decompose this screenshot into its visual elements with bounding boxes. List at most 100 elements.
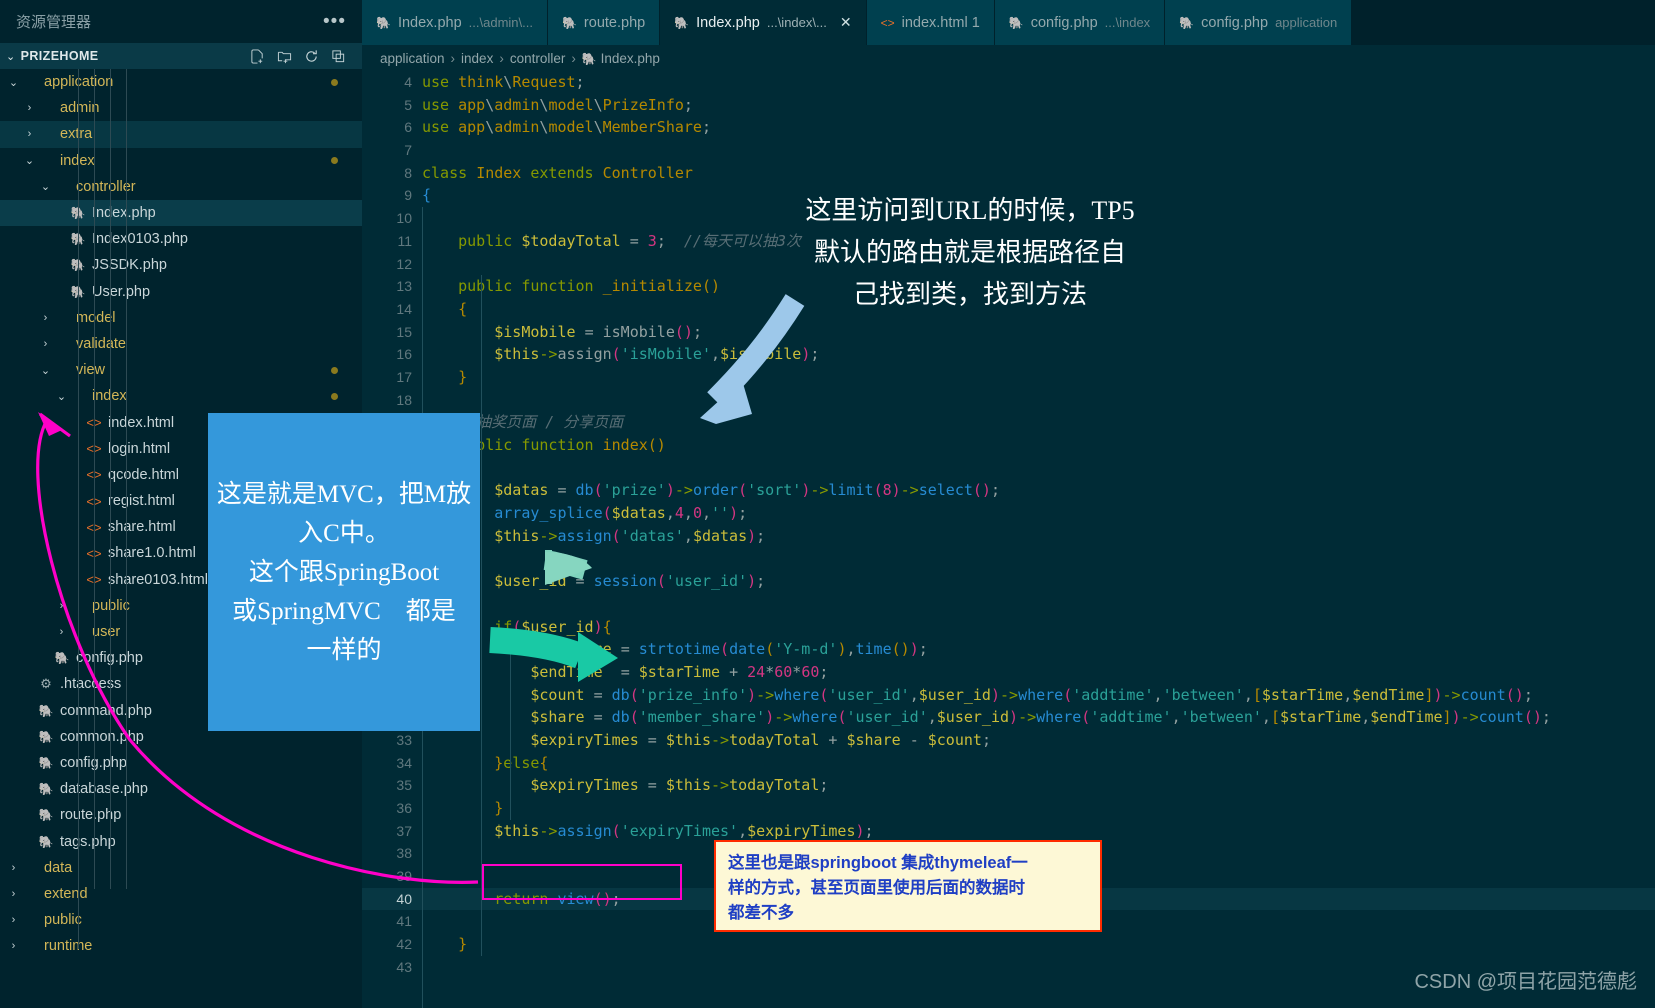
tree-item-controller[interactable]: ⌄ controller bbox=[0, 174, 362, 200]
tree-item-runtime[interactable]: › runtime bbox=[0, 933, 362, 959]
close-icon[interactable]: ✕ bbox=[840, 14, 852, 31]
chevron-down-icon: ⌄ bbox=[6, 50, 16, 63]
tree-item-label: qcode.html bbox=[108, 466, 179, 483]
refresh-icon[interactable] bbox=[304, 49, 319, 64]
chevron-down-icon[interactable]: ⌄ bbox=[22, 154, 37, 167]
breadcrumb-item-0[interactable]: application bbox=[380, 51, 445, 66]
code-line-27[interactable]: 27 bbox=[362, 593, 1655, 616]
chevron-right-icon[interactable]: › bbox=[6, 940, 21, 952]
breadcrumb-item-3[interactable]: 🐘 Index.php bbox=[582, 51, 660, 66]
annotation-line: 入C中。 bbox=[298, 519, 390, 547]
code-line-25[interactable]: 25 bbox=[362, 547, 1655, 570]
tree-item-label: .htaccess bbox=[60, 676, 122, 693]
tree-item-label: share.html bbox=[108, 519, 176, 536]
tree-item-application[interactable]: ⌄ application bbox=[0, 69, 362, 95]
tree-item-config-php[interactable]: 🐘config.php bbox=[0, 750, 362, 776]
tree-item-label: index.html bbox=[108, 414, 175, 431]
collapse-all-icon[interactable] bbox=[331, 49, 346, 64]
chevron-right-icon[interactable]: › bbox=[38, 312, 53, 324]
tree-item-admin[interactable]: › admin bbox=[0, 95, 362, 121]
tree-item-extra[interactable]: › extra bbox=[0, 121, 362, 148]
code-line-32[interactable]: 32 $share = db('member_share')->where('u… bbox=[362, 706, 1655, 729]
line-content: $this->assign('expiryTimes',$expiryTimes… bbox=[494, 821, 874, 840]
tree-item-label: share1.0.html bbox=[108, 545, 196, 562]
code-line-22[interactable]: 22 $datas = db('prize')->order('sort')->… bbox=[362, 479, 1655, 502]
tree-item-user-php[interactable]: 🐘User.php bbox=[0, 279, 362, 305]
code-line-34[interactable]: 34 }else{ bbox=[362, 752, 1655, 775]
tree-item-index[interactable]: ⌄ index bbox=[0, 383, 362, 409]
chevron-right-icon[interactable]: › bbox=[54, 600, 69, 612]
code-line-4[interactable]: 4 use think\Request; bbox=[362, 71, 1655, 94]
code-line-35[interactable]: 35 $expiryTimes = $this->todayTotal; bbox=[362, 774, 1655, 797]
code-line-21[interactable]: 21 { bbox=[362, 457, 1655, 480]
line-content: $isMobile = isMobile(); bbox=[494, 322, 702, 341]
code-line-17[interactable]: 17 } bbox=[362, 366, 1655, 389]
line-number: 38 bbox=[396, 845, 412, 862]
code-line-31[interactable]: 31 $count = db('prize_info')->where('use… bbox=[362, 684, 1655, 707]
breadcrumb-item-2[interactable]: controller bbox=[510, 51, 566, 66]
code-line-30[interactable]: 30 $endTime = $starTime + 24*60*60; bbox=[362, 661, 1655, 684]
chevron-right-icon[interactable]: › bbox=[54, 626, 69, 638]
editor-tab-0[interactable]: 🐘 Index.php ...\admin\... bbox=[362, 0, 548, 45]
code-line-19[interactable]: 19 //抽奖页面 / 分享页面 bbox=[362, 411, 1655, 434]
tree-item-validate[interactable]: › validate bbox=[0, 331, 362, 357]
code-line-20[interactable]: 20 public function index() bbox=[362, 434, 1655, 457]
editor-tab-4[interactable]: 🐘 config.php ...\index bbox=[994, 0, 1166, 45]
code-line-28[interactable]: 28 if($user_id){ bbox=[362, 616, 1655, 639]
chevron-right-icon[interactable]: › bbox=[6, 888, 21, 900]
code-line-24[interactable]: 24 $this->assign('datas',$datas); bbox=[362, 525, 1655, 548]
code-line-7[interactable]: 7 bbox=[362, 139, 1655, 162]
chevron-right-icon[interactable]: › bbox=[22, 128, 37, 140]
tree-item-database-php[interactable]: 🐘 database.php bbox=[0, 776, 362, 802]
annotation-line: 这是就是MVC，把M放 bbox=[216, 480, 472, 508]
editor-tab-2[interactable]: 🐘 Index.php ...\index\... ✕ bbox=[660, 0, 867, 45]
code-line-6[interactable]: 6 use app\admin\model\MemberShare; bbox=[362, 116, 1655, 139]
tree-item-public[interactable]: › public bbox=[0, 907, 362, 933]
code-line-5[interactable]: 5 use app\admin\model\PrizeInfo; bbox=[362, 94, 1655, 117]
chevron-down-icon[interactable]: ⌄ bbox=[38, 364, 53, 377]
tree-item-view[interactable]: ⌄ view bbox=[0, 357, 362, 383]
tree-item-label: User.php bbox=[92, 283, 151, 300]
chevron-right-icon[interactable]: › bbox=[22, 102, 37, 114]
code-line-36[interactable]: 36 } bbox=[362, 797, 1655, 820]
code-line-8[interactable]: 8 class Index extends Controller bbox=[362, 162, 1655, 185]
code-line-33[interactable]: 33 $expiryTimes = $this->todayTotal + $s… bbox=[362, 729, 1655, 752]
code-line-37[interactable]: 37 $this->assign('expiryTimes',$expiryTi… bbox=[362, 820, 1655, 843]
code-line-23[interactable]: 23 array_splice($datas,4,0,''); bbox=[362, 502, 1655, 525]
new-folder-icon[interactable] bbox=[277, 49, 292, 64]
tree-item-route-php[interactable]: 🐘 route.php bbox=[0, 802, 362, 828]
tree-item-extend[interactable]: › extend bbox=[0, 881, 362, 907]
breadcrumb-separator: › bbox=[450, 50, 456, 66]
breadcrumb[interactable]: application › index › controller › 🐘 Index.php bbox=[362, 45, 1655, 71]
code-line-18[interactable]: 18 bbox=[362, 389, 1655, 412]
editor-tab-bar[interactable]: 🐘 Index.php ...\admin\... 🐘 route.php 🐘 Index.… bbox=[362, 0, 1655, 45]
chevron-down-icon[interactable]: ⌄ bbox=[38, 180, 53, 193]
tree-item-tags-php[interactable]: 🐘 tags.php bbox=[0, 828, 362, 854]
editor-tab-3[interactable]: <> index.html 1 bbox=[866, 0, 995, 45]
code-line-42[interactable]: 42 } bbox=[362, 933, 1655, 956]
chevron-right-icon[interactable]: › bbox=[6, 862, 21, 874]
tree-item-data[interactable]: › data bbox=[0, 855, 362, 881]
chevron-down-icon[interactable]: ⌄ bbox=[54, 390, 69, 403]
php-file-icon: 🐘 bbox=[1179, 15, 1195, 30]
line-content: use app\admin\model\MemberShare; bbox=[422, 118, 711, 137]
chevron-right-icon[interactable]: › bbox=[6, 914, 21, 926]
tree-item-index0103-php[interactable]: 🐘Index0103.php bbox=[0, 226, 362, 252]
tree-item-jssdk-php[interactable]: 🐘JSSDK.php bbox=[0, 252, 362, 278]
editor-tab-5[interactable]: 🐘 config.php application bbox=[1165, 0, 1353, 45]
chevron-right-icon[interactable]: › bbox=[38, 338, 53, 350]
code-line-26[interactable]: 26 $user_id = session('user_id'); bbox=[362, 570, 1655, 593]
tree-item-model[interactable]: › model bbox=[0, 305, 362, 331]
tree-item-index-php[interactable]: 🐘Index.php bbox=[0, 199, 362, 227]
code-line-29[interactable]: 29 $starTime = strtotime(date('Y-m-d'),t… bbox=[362, 638, 1655, 661]
ellipsis-icon[interactable]: ••• bbox=[323, 12, 346, 31]
tree-item-index[interactable]: ⌄ index bbox=[0, 148, 362, 174]
code-line-16[interactable]: 16 $this->assign('isMobile',$isMobile); bbox=[362, 343, 1655, 366]
breadcrumb-item-1[interactable]: index bbox=[461, 51, 493, 66]
chevron-down-icon[interactable]: ⌄ bbox=[6, 76, 21, 89]
project-root-header[interactable]: ⌄ PRIZEHOME bbox=[0, 43, 362, 69]
code-line-15[interactable]: 15 $isMobile = isMobile(); bbox=[362, 321, 1655, 344]
new-file-icon[interactable] bbox=[250, 48, 265, 64]
tree-item-label: tags.php bbox=[60, 833, 116, 850]
editor-tab-1[interactable]: 🐘 route.php bbox=[547, 0, 661, 45]
